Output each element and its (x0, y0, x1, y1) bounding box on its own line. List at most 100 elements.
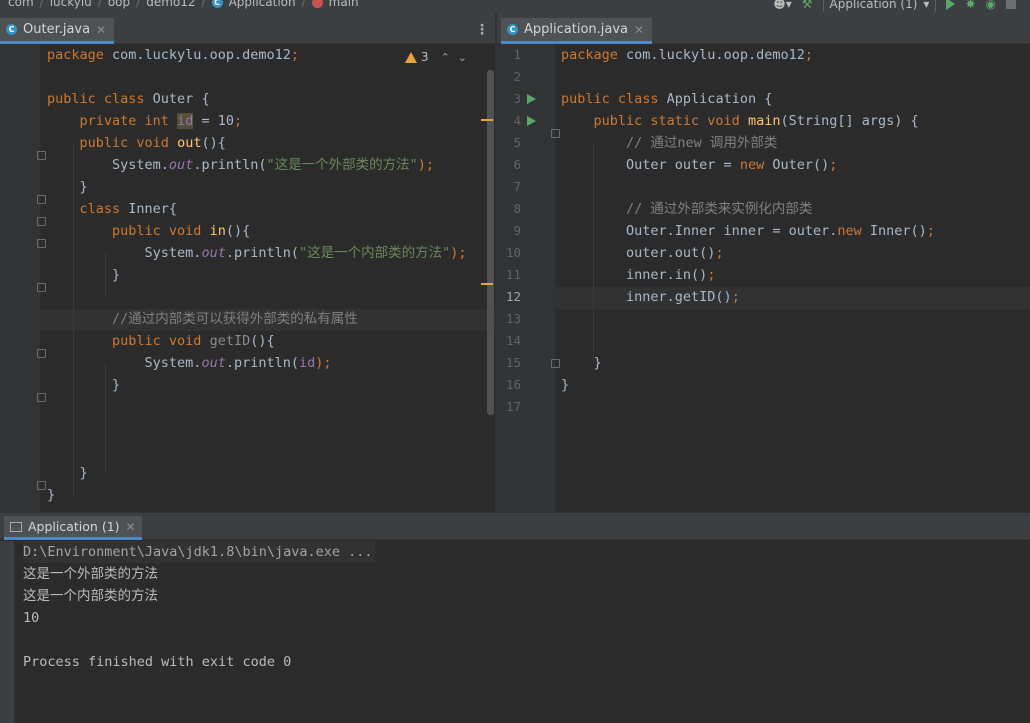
code-line[interactable]: //通过内部类可以获得外部类的私有属性 (47, 308, 467, 330)
code-line[interactable]: } (47, 462, 467, 484)
close-icon[interactable]: ✕ (634, 23, 644, 37)
fold-marker[interactable] (37, 239, 46, 248)
error-stripe-marker[interactable] (481, 283, 493, 285)
fold-marker[interactable] (37, 195, 46, 204)
fold-marker[interactable] (37, 349, 46, 358)
code-line[interactable]: public void in(){ (47, 220, 467, 242)
code-line[interactable]: public class Outer { (47, 88, 467, 110)
vertical-scrollbar-thumb[interactable] (487, 70, 494, 415)
code-line[interactable]: } (47, 176, 467, 198)
chevron-down-icon[interactable]: ⌄ (458, 51, 467, 64)
run-icon[interactable] (946, 0, 956, 10)
code-line[interactable] (561, 330, 935, 352)
breadcrumb-item[interactable]: oop (108, 0, 130, 9)
run-with-coverage-icon[interactable]: ◉ (986, 0, 996, 11)
code-line[interactable] (561, 66, 935, 88)
code-token: } (47, 267, 121, 283)
debug-icon[interactable]: ✸ (965, 0, 975, 11)
code-line[interactable] (561, 308, 935, 330)
code-token: public static void (593, 113, 748, 129)
tab-outer-java[interactable]: C Outer.java ✕ (0, 18, 115, 44)
code-line[interactable]: } (561, 352, 935, 374)
console-text: Process finished with exit code 0 (23, 654, 292, 670)
breadcrumb-item[interactable]: com (8, 0, 34, 9)
code-editor-application[interactable]: package com.luckylu.oop.demo12; public c… (561, 44, 935, 418)
code-line[interactable]: // 通过new 调用外部类 (561, 132, 935, 154)
warning-icon (404, 51, 417, 63)
code-editor-outer[interactable]: package com.luckylu.oop.demo12; public c… (47, 44, 467, 506)
code-token: // 通过new 调用外部类 (626, 135, 778, 151)
fold-marker[interactable] (37, 283, 46, 292)
code-line[interactable]: System.out.println("这是一个内部类的方法"); (47, 242, 467, 264)
stop-icon[interactable] (1006, 0, 1016, 9)
fold-marker[interactable] (37, 217, 46, 226)
editor-pane-right: C Application.java ✕ 1 2 3 4 5 6 7 8 9 10 11 12 13 14… (497, 12, 1030, 512)
code-line[interactable] (47, 396, 467, 418)
console-line: 这是一个外部类的方法 (23, 563, 375, 585)
line-number: 4 (513, 113, 521, 128)
code-line[interactable]: } (47, 374, 467, 396)
code-token: (){ (201, 135, 226, 151)
chevron-up-icon[interactable]: ⌃ (441, 51, 450, 64)
code-line[interactable] (47, 418, 467, 440)
fold-marker[interactable] (37, 151, 46, 160)
code-token: class (79, 201, 129, 217)
code-line[interactable]: } (47, 264, 467, 286)
build-hammer-icon[interactable]: ⚒ (802, 0, 813, 11)
code-line[interactable] (561, 396, 935, 418)
tab-run-application[interactable]: Application (1) ✕ (4, 516, 142, 540)
breadcrumb-method[interactable]: main (329, 0, 359, 9)
toolbar-right: ☻▾ ⚒ Application (1) ▾ ✸ ◉ (773, 0, 1030, 12)
error-stripe-marker[interactable] (481, 119, 493, 121)
code-line[interactable]: outer.out(); (561, 242, 935, 264)
code-line[interactable]: package com.luckylu.oop.demo12; (561, 44, 935, 66)
code-line[interactable]: System.out.println(id); (47, 352, 467, 374)
run-gutter-icon[interactable] (527, 94, 536, 104)
breadcrumb-item[interactable]: demo12 (146, 0, 195, 9)
breadcrumb: com / luckylu / oop / demo12 / C Applica… (8, 0, 359, 9)
close-icon[interactable]: ✕ (126, 520, 136, 534)
code-line[interactable]: public void out(){ (47, 132, 467, 154)
tab-application-java[interactable]: C Application.java ✕ (501, 18, 653, 44)
code-line[interactable]: public class Application { (561, 88, 935, 110)
code-line[interactable]: public static void main(String[] args) { (561, 110, 935, 132)
code-line[interactable] (47, 286, 467, 308)
code-line[interactable]: class Inner{ (47, 198, 467, 220)
run-gutter-icon[interactable] (527, 116, 536, 126)
code-line[interactable]: public void getID(){ (47, 330, 467, 352)
breadcrumb-class[interactable]: Application (229, 0, 296, 9)
code-token: ; (926, 223, 935, 239)
code-line[interactable]: System.out.println("这是一个外部类的方法"); (47, 154, 467, 176)
inspection-widget[interactable]: 3 ⌃ ⌄ (404, 50, 467, 64)
fold-marker[interactable] (37, 481, 46, 490)
breadcrumb-item[interactable]: luckylu (50, 0, 92, 9)
code-line[interactable]: Outer.Inner inner = outer.new Inner(); (561, 220, 935, 242)
code-token: System. (47, 157, 169, 173)
code-line[interactable]: inner.in(); (561, 264, 935, 286)
console-output[interactable]: D:\Environment\Java\jdk1.8\bin\java.exe … (23, 541, 375, 673)
fold-marker[interactable] (37, 393, 46, 402)
line-number: 12 (505, 289, 521, 304)
code-token: 10 (217, 113, 234, 129)
code-line[interactable]: inner.getID(); (561, 286, 935, 308)
fold-marker[interactable] (551, 129, 560, 138)
more-vertical-icon[interactable]: ⋮ (475, 22, 489, 38)
code-token: ); (417, 157, 434, 173)
user-icon[interactable]: ☻▾ (773, 0, 792, 11)
code-line[interactable]: package com.luckylu.oop.demo12; (47, 44, 467, 66)
code-token: = (193, 113, 218, 129)
code-line[interactable]: Outer outer = new Outer(); (561, 154, 935, 176)
code-line[interactable]: private int id = 10; (47, 110, 467, 132)
code-line[interactable]: } (561, 374, 935, 396)
console-text: 这是一个内部类的方法 (23, 588, 158, 604)
fold-marker[interactable] (551, 359, 560, 368)
code-line[interactable]: } (47, 484, 467, 506)
code-line[interactable] (47, 66, 467, 88)
code-line[interactable] (47, 440, 467, 462)
run-configuration-select[interactable]: Application (1) ▾ (822, 0, 937, 12)
code-line[interactable]: // 通过外部类来实例化内部类 (561, 198, 935, 220)
code-line[interactable] (561, 176, 935, 198)
close-icon[interactable]: ✕ (96, 23, 106, 37)
